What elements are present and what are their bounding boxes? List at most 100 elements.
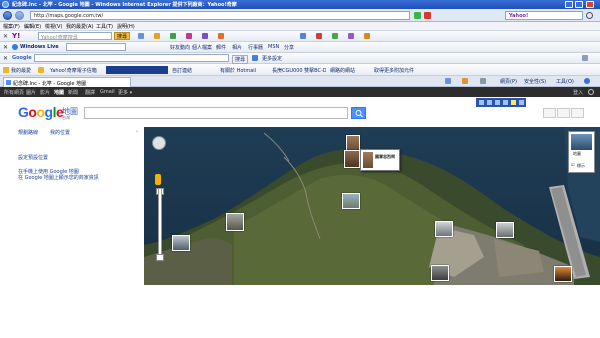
photo-marker[interactable] <box>226 213 244 231</box>
close-toolbar-icon[interactable]: ✕ <box>3 33 8 40</box>
favorite-link[interactable]: 長庚CGU000 雙擊BC-D3... <box>272 67 326 74</box>
google-more-settings[interactable]: 更多設定 <box>262 55 282 62</box>
business-listing-link[interactable]: 在 Google 地圖上顯示您的商家資訊 <box>18 174 99 181</box>
close-toolbar-icon[interactable]: ✕ <box>3 44 8 51</box>
yahoo-icon[interactable] <box>202 33 208 39</box>
info-window[interactable]: 國軍忠烈祠 <box>360 149 400 171</box>
home-icon[interactable] <box>445 78 451 84</box>
photo-marker[interactable] <box>431 265 449 281</box>
menu-help[interactable]: 說明(H) <box>117 23 135 30</box>
gbar-news[interactable]: 新聞 <box>68 89 78 96</box>
feeds-icon[interactable] <box>462 78 468 84</box>
maps-search-button[interactable] <box>351 107 366 119</box>
live-item-mail[interactable]: 郵件 <box>216 44 226 51</box>
gbar-video[interactable]: 影片 <box>40 89 50 96</box>
favorite-link[interactable]: 網路的網站 <box>330 67 370 74</box>
overlay-tool-icon[interactable] <box>503 100 508 105</box>
yahoo-search-field[interactable]: Yahoo!奇摩搜尋 <box>38 32 112 41</box>
overlay-tool-icon[interactable] <box>511 100 516 105</box>
favorite-link[interactable]: Yahoo!奇摩電子信箱 <box>50 67 98 74</box>
photo-marker[interactable] <box>344 150 360 168</box>
gbar-images[interactable]: 圖片 <box>26 89 36 96</box>
menu-view[interactable]: 檢視(V) <box>45 23 62 30</box>
favorites-star-icon[interactable] <box>3 67 9 73</box>
refresh-icon[interactable] <box>414 12 421 19</box>
live-item-share[interactable]: 分享 <box>284 44 294 51</box>
overlay-tool-icon[interactable] <box>495 100 500 105</box>
favorite-link[interactable]: 自訂連結 <box>172 67 212 74</box>
map-canvas[interactable]: 國軍忠烈祠 <box>144 127 600 285</box>
tab-google-maps[interactable]: 紀念碑.lnc - 北竿 - Google 地圖 <box>3 77 131 87</box>
back-icon[interactable] <box>3 11 12 20</box>
gbar-maps[interactable]: 地圖 <box>54 89 64 96</box>
labels-checkbox[interactable]: ☑ <box>571 162 575 167</box>
url-field[interactable]: http://maps.google.com.tw/ <box>30 11 410 20</box>
overlay-tool-icon[interactable] <box>519 100 524 105</box>
toolbar-app-icon[interactable] <box>332 33 338 39</box>
gbar-more[interactable]: 更多 ▾ <box>118 89 132 96</box>
favorites-title[interactable]: 我的最愛 <box>11 67 31 74</box>
google-toolbar-search-field[interactable] <box>34 54 229 62</box>
live-item-calendar[interactable]: 行事曆 <box>248 44 263 51</box>
maximize-icon[interactable] <box>575 1 583 8</box>
stop-icon[interactable] <box>424 12 431 19</box>
mail-icon[interactable] <box>138 33 144 39</box>
yahoo-search-input[interactable]: Yahoo! <box>505 11 583 20</box>
my-location-link[interactable]: 我的位置 <box>50 129 70 136</box>
photo-marker[interactable] <box>554 266 572 282</box>
add-favorite-icon[interactable] <box>38 67 44 73</box>
gbar-gmail[interactable]: Gmail <box>100 89 115 95</box>
auction-icon[interactable] <box>154 33 160 39</box>
photo-marker[interactable] <box>435 221 453 237</box>
email-map-icon[interactable] <box>557 108 570 118</box>
toolbar-app-icon[interactable] <box>300 33 306 39</box>
blog-icon[interactable] <box>218 33 224 39</box>
search-icon[interactable] <box>586 12 593 19</box>
news-icon[interactable] <box>170 33 176 39</box>
photo-marker[interactable] <box>496 222 514 238</box>
answers-icon[interactable] <box>186 33 192 39</box>
live-item-profile[interactable]: 個人檔案 <box>192 44 212 51</box>
forward-icon[interactable] <box>15 11 24 20</box>
photo-marker[interactable] <box>172 235 190 251</box>
print-map-icon[interactable] <box>543 108 556 118</box>
live-item-friends[interactable]: 好友動向 <box>170 44 190 51</box>
set-default-location-link[interactable]: 設定預設位置 <box>18 154 48 161</box>
collapse-panel-icon[interactable]: ‹ <box>136 129 138 135</box>
close-icon[interactable] <box>586 1 594 8</box>
safety-menu[interactable]: 安全性(S) <box>524 78 546 85</box>
favorite-link[interactable]: 有關於 Hotmail <box>220 67 268 74</box>
page-menu[interactable]: 網頁(P) <box>500 78 517 85</box>
gear-icon[interactable] <box>588 89 594 95</box>
google-toolbar-search-button[interactable]: 搜尋 <box>232 55 249 64</box>
favorite-link[interactable]: 取得更多附加元件 <box>374 67 418 74</box>
zoom-out-icon[interactable] <box>156 254 164 261</box>
wrench-icon[interactable] <box>582 55 588 61</box>
map-type-control[interactable]: 地圖 ☑ 標示 <box>568 131 595 173</box>
favorite-link-banner[interactable] <box>106 66 168 74</box>
toolbar-option-icon[interactable] <box>252 55 258 61</box>
help-icon[interactable] <box>584 78 590 84</box>
zoom-slider[interactable] <box>158 188 162 256</box>
pan-control-icon[interactable] <box>152 136 166 150</box>
live-item-photos[interactable]: 相片 <box>232 44 242 51</box>
tools-menu[interactable]: 工具(O) <box>556 78 574 85</box>
toolbar-app-icon[interactable] <box>348 33 354 39</box>
menu-edit[interactable]: 編輯(E) <box>24 23 41 30</box>
gbar-translate[interactable]: 翻譯 <box>85 89 95 96</box>
overlay-tool-icon[interactable] <box>479 100 484 105</box>
live-item-msn[interactable]: MSN <box>268 44 279 50</box>
menu-favorites[interactable]: 我的最愛(A) <box>66 23 93 30</box>
yahoo-search-button[interactable]: 搜尋 <box>114 32 130 40</box>
toolbar-app-icon[interactable] <box>316 33 322 39</box>
live-search-field[interactable] <box>66 43 126 51</box>
minimize-icon[interactable] <box>565 1 573 8</box>
close-toolbar-icon[interactable]: ✕ <box>3 55 8 62</box>
overlay-tool-icon[interactable] <box>487 100 492 105</box>
gbar-web[interactable]: 所有網頁 <box>4 89 24 96</box>
photo-marker[interactable] <box>342 193 360 209</box>
menu-file[interactable]: 檔案(F) <box>3 23 20 30</box>
menu-tools[interactable]: 工具(T) <box>96 23 113 30</box>
toolbar-app-icon[interactable] <box>364 33 370 39</box>
pegman-icon[interactable] <box>155 174 161 185</box>
